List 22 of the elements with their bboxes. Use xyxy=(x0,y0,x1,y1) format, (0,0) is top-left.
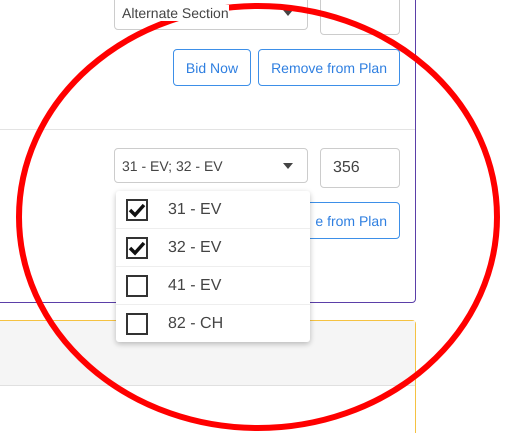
select-value: Alternate Section xyxy=(122,4,229,20)
checkbox-icon[interactable] xyxy=(126,312,148,334)
caret-icon xyxy=(283,10,293,16)
option-label: 32 - EV xyxy=(168,238,222,256)
quantity-field[interactable]: 356 xyxy=(320,148,400,188)
section-select[interactable]: 31 - EV; 32 - EV xyxy=(114,148,308,183)
select-value: 31 - EV; 32 - EV xyxy=(122,158,223,174)
option-label: 41 - EV xyxy=(168,276,222,294)
checkbox-icon[interactable] xyxy=(126,274,148,296)
option-label: 31 - EV xyxy=(168,200,222,218)
caret-icon xyxy=(283,162,293,168)
checked-checkbox-icon[interactable] xyxy=(126,198,148,220)
plan-button[interactable]: Remove from Plan xyxy=(258,49,400,86)
checked-checkbox-icon[interactable] xyxy=(126,236,148,258)
dropdown-option[interactable]: 31 - EV xyxy=(116,191,310,229)
dropdown-option[interactable]: 41 - EV xyxy=(116,267,310,305)
option-label: 82 - CH xyxy=(168,314,224,332)
plan-button[interactable]: Bid Now xyxy=(172,49,252,86)
quantity-field[interactable] xyxy=(320,0,400,35)
section-select[interactable]: Alternate Section xyxy=(114,0,308,30)
dropdown-option[interactable]: 82 - CH xyxy=(116,305,310,342)
dropdown-option[interactable]: 32 - EV xyxy=(116,229,310,267)
